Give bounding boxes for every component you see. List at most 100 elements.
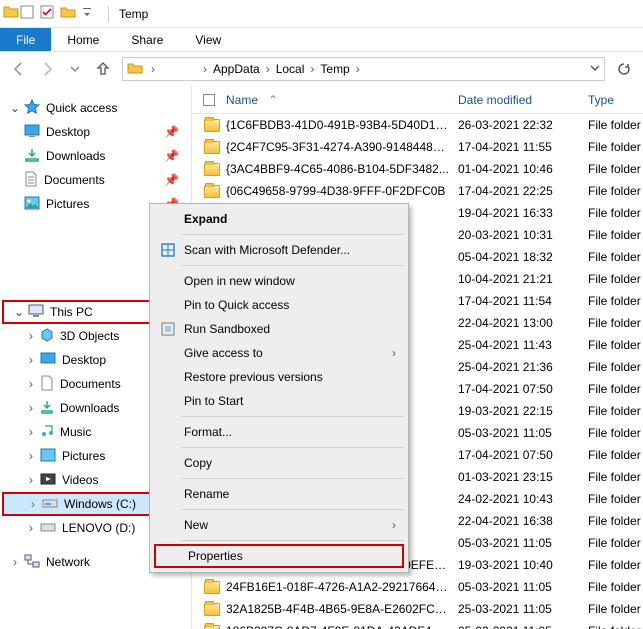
menu-item-open-new[interactable]: Open in new window bbox=[152, 269, 406, 293]
column-name[interactable]: Name ⌃ bbox=[226, 93, 458, 107]
file-date: 20-03-2021 10:31 bbox=[458, 228, 576, 242]
chevron-right-icon[interactable]: › bbox=[24, 425, 38, 439]
chevron-right-icon[interactable]: › bbox=[24, 449, 38, 463]
pin-icon: 📌 bbox=[164, 173, 179, 187]
sidebar-item-label: Pictures bbox=[62, 449, 105, 463]
table-row[interactable]: 32A1825B-4F4B-4B65-9E8A-E2602FCD... 25-0… bbox=[192, 598, 643, 620]
menu-item-give-access[interactable]: Give access to› bbox=[152, 341, 406, 365]
folder-icon bbox=[192, 119, 226, 132]
chevron-right-icon[interactable]: › bbox=[24, 401, 38, 415]
table-row[interactable]: {3AC4BBF9-4C65-4086-B104-5DF3482... 01-0… bbox=[192, 158, 643, 180]
sidebar-item-label: Downloads bbox=[46, 149, 105, 163]
file-type: File folder bbox=[576, 360, 643, 374]
table-row[interactable]: {1C6FBDB3-41D0-491B-93B4-5D40D15... 26-0… bbox=[192, 114, 643, 136]
sidebar-item-desktop[interactable]: Desktop 📌 bbox=[0, 120, 191, 144]
home-tab[interactable]: Home bbox=[51, 28, 115, 51]
folder-icon bbox=[2, 3, 20, 24]
desktop-icon bbox=[24, 124, 40, 141]
sidebar-item-quick-access[interactable]: ⌄ Quick access bbox=[0, 96, 191, 120]
file-date: 17-04-2021 11:55 bbox=[458, 140, 576, 154]
menu-item-restore[interactable]: Restore previous versions bbox=[152, 365, 406, 389]
file-date: 05-03-2021 11:05 bbox=[458, 536, 576, 550]
sidebar-item-downloads[interactable]: Downloads 📌 bbox=[0, 144, 191, 168]
videos-icon bbox=[40, 472, 56, 489]
qat-check-icon[interactable] bbox=[40, 5, 54, 22]
chevron-down-icon[interactable]: ⌄ bbox=[12, 305, 26, 319]
table-row[interactable]: 24FB16E1-018F-4726-A1A2-29217664E... 05-… bbox=[192, 576, 643, 598]
address-dropdown[interactable] bbox=[590, 62, 600, 76]
menu-item-format[interactable]: Format... bbox=[152, 420, 406, 444]
file-type: File folder bbox=[576, 514, 643, 528]
column-type[interactable]: Type bbox=[576, 93, 643, 107]
file-date: 17-04-2021 11:54 bbox=[458, 294, 576, 308]
column-date[interactable]: Date modified bbox=[458, 93, 576, 107]
column-headers: Name ⌃ Date modified Type bbox=[192, 86, 643, 114]
chevron-right-icon[interactable]: › bbox=[147, 62, 159, 76]
documents-icon bbox=[24, 171, 38, 190]
separator bbox=[182, 447, 404, 448]
file-date: 25-03-2021 11:05 bbox=[458, 602, 576, 616]
quick-access-toolbar bbox=[20, 5, 109, 22]
sidebar-item-documents[interactable]: Documents 📌 bbox=[0, 168, 191, 192]
file-name: 24FB16E1-018F-4726-A1A2-29217664E... bbox=[226, 580, 458, 594]
chevron-right-icon[interactable]: › bbox=[306, 62, 318, 76]
separator bbox=[182, 234, 404, 235]
chevron-right-icon[interactable]: › bbox=[24, 353, 38, 367]
sidebar-item-label: Network bbox=[46, 555, 90, 569]
chevron-right-icon[interactable]: › bbox=[26, 497, 40, 511]
menu-item-expand[interactable]: Expand bbox=[152, 207, 406, 231]
menu-item-rename[interactable]: Rename bbox=[152, 482, 406, 506]
folder-icon bbox=[192, 141, 226, 154]
menu-item-sandbox[interactable]: Run Sandboxed bbox=[152, 317, 406, 341]
file-type: File folder bbox=[576, 580, 643, 594]
menu-item-copy[interactable]: Copy bbox=[152, 451, 406, 475]
menu-item-scan[interactable]: Scan with Microsoft Defender... bbox=[152, 238, 406, 262]
table-row[interactable]: {2C4F7C95-3F31-4274-A390-9148448A... 17-… bbox=[192, 136, 643, 158]
breadcrumb[interactable]: Local bbox=[274, 62, 307, 76]
breadcrumb[interactable]: Temp bbox=[318, 62, 351, 76]
table-row[interactable]: 186B397C-8AD7-4F9E-81DA-43ADF4D... 05-03… bbox=[192, 620, 643, 629]
recent-dropdown[interactable] bbox=[62, 56, 88, 82]
qat-item-icon[interactable] bbox=[20, 5, 34, 22]
select-all-checkbox[interactable] bbox=[192, 94, 226, 106]
share-tab[interactable]: Share bbox=[115, 28, 179, 51]
chevron-right-icon[interactable]: › bbox=[352, 62, 364, 76]
breadcrumb[interactable]: AppData bbox=[211, 62, 262, 76]
qat-dropdown-icon[interactable] bbox=[82, 5, 92, 22]
chevron-right-icon[interactable]: › bbox=[24, 473, 38, 487]
file-date: 25-04-2021 21:36 bbox=[458, 360, 576, 374]
view-tab[interactable]: View bbox=[179, 28, 237, 51]
chevron-right-icon[interactable]: › bbox=[199, 62, 211, 76]
chevron-right-icon[interactable]: › bbox=[24, 329, 38, 343]
chevron-right-icon[interactable]: › bbox=[24, 377, 38, 391]
menu-item-properties[interactable]: Properties bbox=[154, 544, 404, 568]
file-type: File folder bbox=[576, 536, 643, 550]
forward-button[interactable] bbox=[34, 56, 60, 82]
menu-item-new[interactable]: New› bbox=[152, 513, 406, 537]
chevron-right-icon[interactable]: › bbox=[24, 521, 38, 535]
chevron-right-icon[interactable]: › bbox=[262, 62, 274, 76]
chevron-down-icon[interactable]: ⌄ bbox=[8, 101, 22, 115]
file-type: File folder bbox=[576, 624, 643, 629]
menu-item-pin-qa[interactable]: Pin to Quick access bbox=[152, 293, 406, 317]
file-date: 01-04-2021 10:46 bbox=[458, 162, 576, 176]
file-tab[interactable]: File bbox=[0, 28, 51, 51]
drive-icon bbox=[42, 497, 58, 512]
sidebar-item-label: Music bbox=[60, 425, 91, 439]
chevron-right-icon[interactable]: › bbox=[8, 555, 22, 569]
back-button[interactable] bbox=[6, 56, 32, 82]
menu-item-pin-start[interactable]: Pin to Start bbox=[152, 389, 406, 413]
address-bar[interactable]: › › AppData › Local › Temp › bbox=[122, 57, 605, 81]
file-date: 22-04-2021 16:38 bbox=[458, 514, 576, 528]
up-button[interactable] bbox=[90, 56, 116, 82]
sidebar-item-label: Windows (C:) bbox=[64, 497, 136, 511]
file-type: File folder bbox=[576, 140, 643, 154]
chevron-right-icon: › bbox=[392, 518, 398, 532]
desktop-icon bbox=[40, 352, 56, 369]
sandbox-icon bbox=[156, 321, 180, 337]
qat-folder-icon[interactable] bbox=[60, 5, 76, 22]
refresh-button[interactable] bbox=[611, 56, 637, 82]
separator bbox=[182, 509, 404, 510]
table-row[interactable]: {06C49658-9799-4D38-9FFF-0F2DFC0B 17-04-… bbox=[192, 180, 643, 202]
window-title: Temp bbox=[119, 7, 148, 21]
